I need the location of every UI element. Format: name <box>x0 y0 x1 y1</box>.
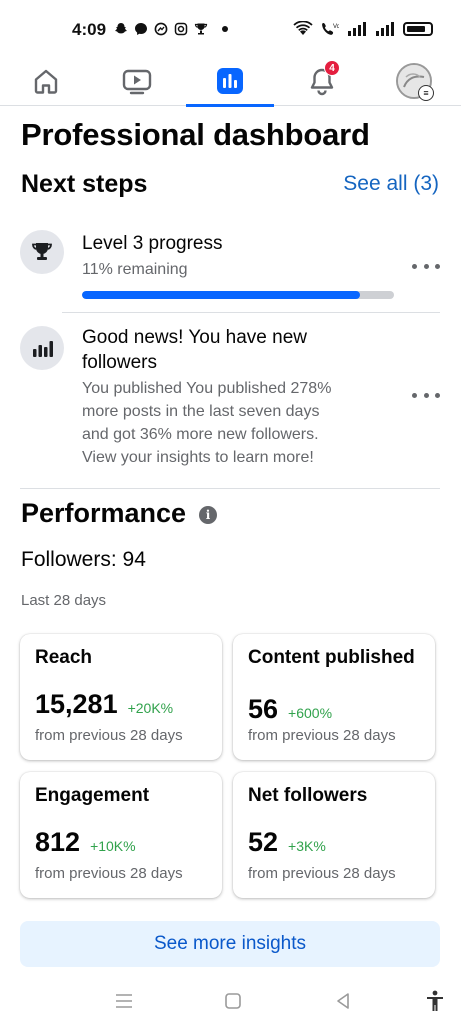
metric-label: Content published <box>248 647 415 668</box>
accessibility-button[interactable] <box>420 986 450 1016</box>
metric-label: Net followers <box>248 785 368 806</box>
more-options-button[interactable] <box>412 261 440 271</box>
metric-card-engagement[interactable]: Engagement 812 +10K% from previous 28 da… <box>20 772 222 898</box>
recent-apps-button[interactable] <box>109 986 139 1016</box>
metric-value: 56 <box>248 694 279 724</box>
top-navigation: 4 ≡ <box>0 56 461 107</box>
step-level-progress[interactable]: Level 3 progress 11% remaining <box>20 228 440 312</box>
metric-change: +20K% <box>127 700 174 716</box>
metric-value-row: 52 +3K% <box>248 827 326 858</box>
messenger-outline-icon <box>154 22 168 36</box>
metric-compare: from previous 28 days <box>248 727 396 744</box>
page-title: Professional dashboard <box>21 117 370 152</box>
metric-card-net-followers[interactable]: Net followers 52 +3K% from previous 28 d… <box>233 772 435 898</box>
tab-video[interactable] <box>107 56 167 106</box>
dashboard-icon <box>217 68 243 94</box>
metric-compare: from previous 28 days <box>248 865 396 882</box>
notification-badge: 4 <box>324 60 340 76</box>
metric-value: 52 <box>248 827 279 857</box>
metric-change: +10K% <box>90 838 136 854</box>
back-button[interactable] <box>328 986 358 1016</box>
recent-apps-icon <box>116 994 132 1008</box>
tab-home[interactable] <box>16 56 76 106</box>
home-button[interactable] <box>218 986 248 1016</box>
menu-icon: ≡ <box>418 85 434 101</box>
tab-dashboard[interactable] <box>186 56 274 107</box>
step-new-followers[interactable]: Good news! You have new followers You pu… <box>20 322 440 472</box>
trophy-icon <box>20 230 64 274</box>
messenger-icon <box>134 22 148 36</box>
step-title: Level 3 progress <box>82 233 223 254</box>
performance-heading: Performance <box>21 498 187 528</box>
metric-value-row: 56 +600% <box>248 694 332 725</box>
battery-icon <box>403 21 433 36</box>
tab-profile-menu[interactable]: ≡ <box>384 56 444 106</box>
metric-value: 15,281 <box>35 689 118 719</box>
tab-notifications[interactable]: 4 <box>292 56 352 106</box>
step-body-line-3: and got 36% more new followers. <box>82 426 319 443</box>
step-body-line-1: You published You published 278% <box>82 380 332 397</box>
step-body-line-2: more posts in the last seven days <box>82 403 320 420</box>
metric-compare: from previous 28 days <box>35 727 183 744</box>
accessibility-icon <box>427 990 443 1011</box>
wifi-icon <box>293 21 313 35</box>
next-steps-heading: Next steps <box>21 170 148 198</box>
video-icon <box>122 69 152 95</box>
step-subtitle: 11% remaining <box>82 261 188 278</box>
home-square-icon <box>225 993 241 1009</box>
call-icon: Vo <box>322 23 339 35</box>
step-body-line-4: View your insights to learn more! <box>82 449 314 466</box>
metric-value-row: 812 +10K% <box>35 827 136 858</box>
more-notifications-dot <box>222 26 228 32</box>
trophy-icon <box>194 22 208 36</box>
progress-fill <box>82 291 360 299</box>
avatar: ≡ <box>396 63 434 101</box>
metric-value-row: 15,281 +20K% <box>35 689 173 720</box>
signal-icon-2 <box>376 21 394 36</box>
metric-change: +600% <box>288 705 333 721</box>
back-icon <box>337 993 349 1009</box>
system-navigation-bar <box>0 978 461 1024</box>
more-options-button[interactable] <box>412 390 440 400</box>
divider <box>20 488 440 489</box>
see-all-link[interactable]: See all (3) <box>343 172 439 196</box>
system-status-icons: Vo <box>293 21 433 36</box>
level-progress-bar <box>82 291 394 299</box>
notification-icons <box>114 22 228 36</box>
svg-text:Vo: Vo <box>333 24 339 30</box>
instagram-icon <box>174 22 188 36</box>
metric-compare: from previous 28 days <box>35 865 183 882</box>
metric-card-content-published[interactable]: Content published 56 +600% from previous… <box>233 634 435 760</box>
status-time: 4:09 <box>72 20 107 39</box>
divider <box>62 312 440 313</box>
metric-value: 812 <box>35 827 81 857</box>
status-bar: 4:09 Vo <box>0 0 461 56</box>
info-icon[interactable]: i <box>199 506 217 524</box>
see-more-insights-button[interactable]: See more insights <box>20 921 440 967</box>
signal-icon <box>348 21 366 36</box>
metric-change: +3K% <box>288 838 326 854</box>
snapchat-icon <box>114 22 128 36</box>
metric-label: Engagement <box>35 785 150 806</box>
metric-label: Reach <box>35 647 93 668</box>
step-title-line-1: Good news! You have new <box>82 327 308 348</box>
bar-chart-icon <box>20 326 64 370</box>
followers-count: Followers: 94 <box>21 548 146 571</box>
metric-card-reach[interactable]: Reach 15,281 +20K% from previous 28 days <box>20 634 222 760</box>
step-title-line-2: followers <box>82 352 157 373</box>
home-icon <box>34 69 58 94</box>
period-label: Last 28 days <box>21 592 107 609</box>
